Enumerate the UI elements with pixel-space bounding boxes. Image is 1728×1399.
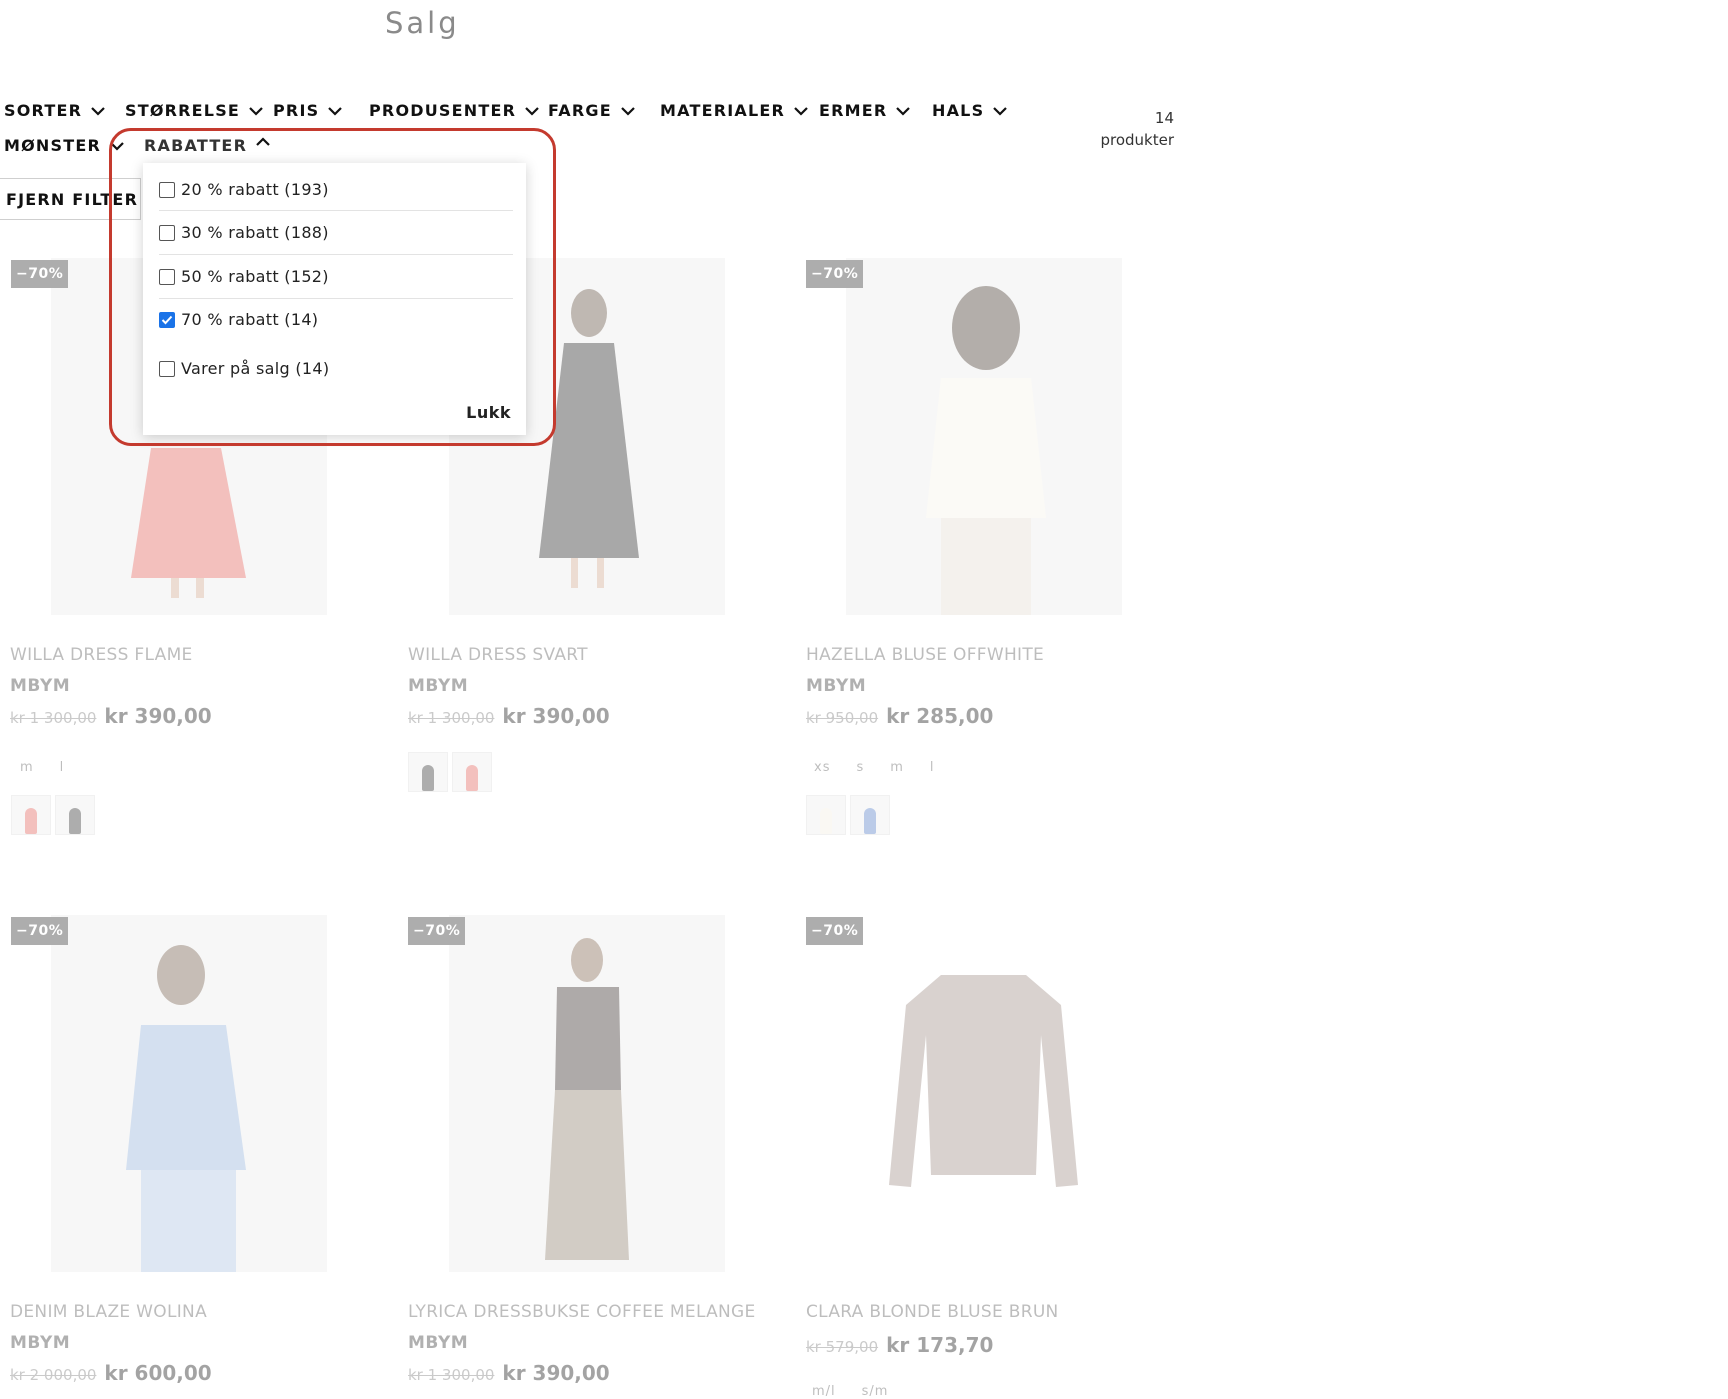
size-list: xs s m l	[814, 760, 961, 775]
discount-option-70[interactable]: 70 % rabatt (14)	[159, 310, 513, 329]
product-prices: kr 950,00 kr 285,00	[806, 704, 993, 728]
lace-blouse-illustration	[846, 915, 1122, 1272]
color-swatch[interactable]	[11, 795, 51, 835]
product-prices: kr 1 300,00 kr 390,00	[408, 704, 610, 728]
sale-price: kr 285,00	[886, 704, 994, 728]
color-swatch[interactable]	[408, 752, 448, 792]
color-swatch[interactable]	[452, 752, 492, 792]
old-price: kr 579,00	[806, 1338, 879, 1356]
product-name[interactable]: LYRICA DRESSBUKSE COFFEE MELANGE	[408, 1302, 756, 1322]
color-swatches	[408, 752, 492, 792]
option-label: 70 % rabatt (14)	[181, 310, 319, 329]
product-brand: MBYM	[10, 1333, 71, 1353]
product-name[interactable]: CLARA BLONDE BLUSE BRUN	[806, 1302, 1059, 1322]
sale-price: kr 600,00	[104, 1361, 212, 1385]
old-price: kr 1 300,00	[10, 709, 97, 727]
product-image[interactable]	[449, 915, 725, 1272]
color-swatches	[11, 795, 95, 835]
option-label: 50 % rabatt (152)	[181, 267, 329, 286]
discount-option-on-sale[interactable]: Varer på salg (14)	[159, 359, 513, 378]
product-prices: kr 1 300,00 kr 390,00	[10, 704, 212, 728]
product-image[interactable]	[846, 915, 1122, 1272]
size-option[interactable]: l	[60, 760, 65, 775]
discount-badge: −70%	[408, 917, 466, 945]
denim-blazer-illustration	[51, 915, 327, 1272]
divider	[159, 254, 513, 255]
discount-dropdown: 20 % rabatt (193) 30 % rabatt (188) 50 %…	[143, 163, 526, 435]
color-swatches	[806, 795, 890, 835]
checkmark-icon	[161, 315, 173, 324]
product-name[interactable]: WILLA DRESS FLAME	[10, 645, 193, 665]
color-swatch[interactable]	[850, 795, 890, 835]
trousers-illustration	[449, 915, 725, 1272]
size-list: ml	[20, 760, 90, 775]
product-name[interactable]: DENIM BLAZE WOLINA	[10, 1302, 207, 1322]
color-swatch[interactable]	[806, 795, 846, 835]
size-list: m/l s/m	[812, 1384, 914, 1399]
checkbox[interactable]	[159, 268, 175, 285]
checkbox[interactable]	[159, 181, 175, 198]
size-option[interactable]: s	[856, 760, 864, 775]
sale-price: kr 390,00	[502, 1361, 610, 1385]
product-prices: kr 1 300,00 kr 390,00	[408, 1361, 610, 1385]
discount-badge: −70%	[11, 917, 69, 945]
size-option[interactable]: m/l	[812, 1384, 836, 1399]
checkbox[interactable]	[159, 360, 175, 377]
product-brand: MBYM	[10, 676, 71, 696]
size-option[interactable]: xs	[814, 760, 830, 775]
discount-option-30[interactable]: 30 % rabatt (188)	[159, 223, 513, 242]
old-price: kr 1 300,00	[408, 709, 495, 727]
discount-badge: −70%	[11, 260, 69, 288]
option-label: 30 % rabatt (188)	[181, 223, 329, 242]
checkbox-checked[interactable]	[159, 311, 175, 328]
discount-option-50[interactable]: 50 % rabatt (152)	[159, 267, 513, 286]
old-price: kr 950,00	[806, 709, 879, 727]
product-brand: MBYM	[806, 676, 867, 696]
checkbox[interactable]	[159, 224, 175, 241]
sale-price: kr 390,00	[502, 704, 610, 728]
size-option[interactable]: m	[20, 760, 34, 775]
close-dropdown-button[interactable]: Lukk	[466, 403, 511, 422]
size-option[interactable]: m	[890, 760, 904, 775]
product-brand: MBYM	[408, 676, 469, 696]
product-brand: MBYM	[408, 1333, 469, 1353]
sale-price: kr 390,00	[104, 704, 212, 728]
product-name[interactable]: WILLA DRESS SVART	[408, 645, 588, 665]
size-option[interactable]: l	[930, 760, 935, 775]
product-image[interactable]	[846, 258, 1122, 615]
discount-option-20[interactable]: 20 % rabatt (193)	[159, 180, 513, 199]
old-price: kr 2 000,00	[10, 1366, 97, 1384]
product-prices: kr 2 000,00 kr 600,00	[10, 1361, 212, 1385]
product-image[interactable]	[51, 915, 327, 1272]
size-option[interactable]: s/m	[862, 1384, 889, 1399]
color-swatch[interactable]	[55, 795, 95, 835]
discount-badge: −70%	[806, 260, 864, 288]
discount-badge: −70%	[806, 917, 864, 945]
divider	[159, 210, 513, 211]
product-prices: kr 579,00 kr 173,70	[806, 1333, 993, 1357]
product-name[interactable]: HAZELLA BLUSE OFFWHITE	[806, 645, 1044, 665]
old-price: kr 1 300,00	[408, 1366, 495, 1384]
blouse-offwhite-illustration	[846, 258, 1122, 615]
option-label: 20 % rabatt (193)	[181, 180, 329, 199]
option-label: Varer på salg (14)	[181, 359, 330, 378]
divider	[159, 298, 513, 299]
sale-price: kr 173,70	[886, 1333, 994, 1357]
